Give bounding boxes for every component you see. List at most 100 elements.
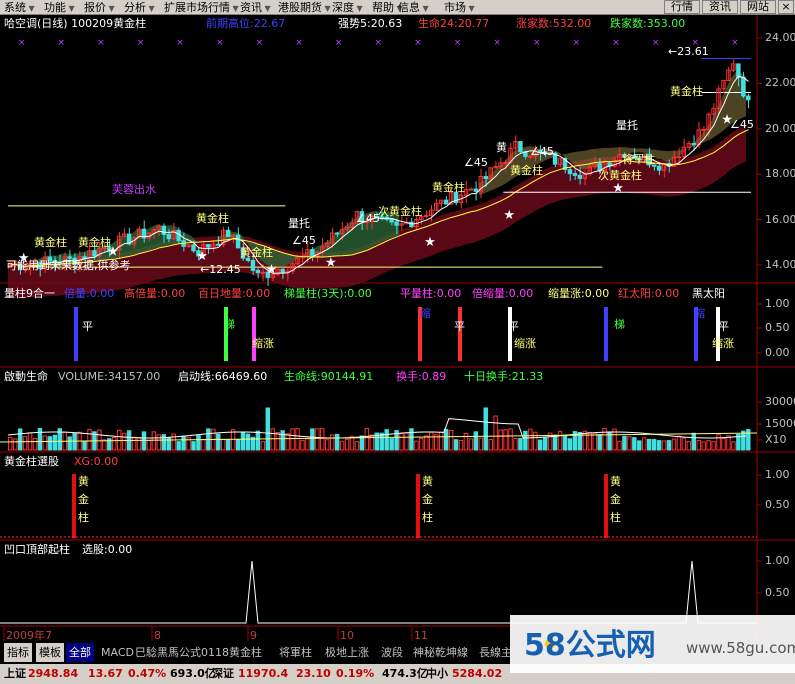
future-data-warning: 可能用到未来数据,供参考 bbox=[6, 259, 131, 272]
menu-item-0[interactable]: 系统 ▼ bbox=[4, 1, 35, 14]
top-button-2[interactable]: 网站 bbox=[740, 0, 776, 14]
indicator-value-3: 涨家数:532.00 bbox=[516, 17, 592, 30]
gold-axis-label: 0.50 bbox=[765, 498, 790, 511]
chevron-down-icon: ▼ bbox=[146, 4, 155, 13]
status-item-1: 2948.84 bbox=[28, 667, 79, 680]
time-axis-label: 11 bbox=[414, 629, 428, 642]
candle-body bbox=[424, 214, 429, 217]
signal-x-icon: × bbox=[573, 38, 581, 48]
volume-bar bbox=[245, 433, 251, 451]
volume-bar bbox=[47, 436, 53, 451]
pattern-label-16: ∠45 bbox=[356, 212, 380, 225]
gold-glyph: 柱 bbox=[610, 511, 621, 524]
candle-body bbox=[746, 95, 751, 101]
tab-4[interactable]: 巳騐黑馬公式 bbox=[132, 643, 204, 662]
gold-glyph: 柱 bbox=[422, 511, 433, 524]
volume-bar bbox=[141, 431, 147, 451]
signal-x-icon: × bbox=[97, 38, 105, 48]
vol-signal-bar bbox=[224, 307, 228, 361]
volume-bar bbox=[216, 433, 221, 451]
vol-legend-8: 黑太阳 bbox=[692, 287, 725, 300]
time-axis-label: 2009年7 bbox=[6, 629, 52, 642]
volume-bar bbox=[240, 432, 246, 451]
pattern-label-8: 次黄金柱 bbox=[598, 169, 642, 182]
vol-marker-5: 平 bbox=[508, 320, 519, 333]
signal-x-icon: × bbox=[612, 38, 620, 48]
candle-body bbox=[255, 269, 261, 274]
pattern-label-17: ∠45 bbox=[292, 234, 316, 247]
pattern-label-18: ∠45 bbox=[730, 118, 754, 131]
menu-item-4[interactable]: 扩展市场行情 ▼ bbox=[164, 1, 239, 14]
signal-x-icon: × bbox=[137, 38, 145, 48]
pattern-label-5: 次黄金柱 bbox=[378, 205, 422, 218]
vol-legend-1: 高倍量:0.00 bbox=[124, 287, 186, 300]
signal-x-icon: × bbox=[335, 38, 343, 48]
volume-bar bbox=[379, 432, 384, 451]
top-button-0[interactable]: 行情 bbox=[664, 0, 700, 14]
indicator-value-4: 跌家数:353.00 bbox=[610, 17, 686, 30]
volume-bar bbox=[196, 435, 201, 451]
chart-title: 哈空调(日线) 100209黄金柱 bbox=[4, 17, 147, 30]
tab-9[interactable]: 神秘乾坤線 bbox=[410, 643, 471, 662]
candle-body bbox=[389, 218, 394, 223]
vol-marker-2: 缩涨 bbox=[252, 337, 274, 350]
tab-6[interactable]: 将軍柱 bbox=[276, 643, 315, 662]
vol-legend-5: 倍缩量:0.00 bbox=[472, 287, 534, 300]
menu-item-7[interactable]: 深度 ▼ bbox=[332, 1, 363, 14]
star-icon: ★ bbox=[424, 235, 436, 250]
signal-x-icon: × bbox=[652, 38, 660, 48]
menu-item-2[interactable]: 报价 ▼ bbox=[84, 1, 115, 14]
pattern-label-6: 黄金柱 bbox=[432, 181, 465, 194]
indicator-value-0: 前期高位:22.67 bbox=[206, 17, 286, 30]
menu-item-1[interactable]: 功能 ▼ bbox=[44, 1, 75, 14]
watermark-logo: 58公式网 www.58gu.com bbox=[524, 628, 795, 663]
price-axis-label: 22.00 bbox=[765, 76, 795, 90]
menu-item-9[interactable]: 信息 ▼ bbox=[398, 1, 429, 14]
chevron-down-icon: ▼ bbox=[354, 4, 363, 13]
volume-bar bbox=[646, 438, 652, 451]
tab-1[interactable]: 模板 bbox=[36, 643, 64, 662]
top-button-1[interactable]: 资讯 bbox=[702, 0, 738, 14]
gold-glyph: 金 bbox=[422, 493, 433, 506]
volume-stat-0: VOLUME:34157.00 bbox=[58, 370, 161, 383]
gold-axis-label: 1.00 bbox=[765, 468, 790, 481]
volume-panel-title: 啟動生命 bbox=[4, 370, 48, 383]
volume-bar bbox=[255, 430, 261, 451]
chart-area[interactable]: × × × × × × × × × × × × × × × × × × × ★ ★ ★ ★ ★ ★ ★ ★ ★ 24.00 22.00 2… bbox=[0, 15, 795, 643]
signal-x-icon: × bbox=[256, 38, 264, 48]
status-item-9: 474.3亿 bbox=[382, 667, 428, 680]
pattern-label-13: 黄 bbox=[496, 141, 507, 154]
signal-x-icon: × bbox=[375, 38, 383, 48]
menu-item-3[interactable]: 分析 ▼ bbox=[124, 1, 155, 14]
tab-2[interactable]: 全部 bbox=[66, 643, 94, 662]
status-item-8: 0.19% bbox=[336, 667, 375, 680]
tab-7[interactable]: 极地上涨 bbox=[322, 643, 372, 662]
menu-item-10[interactable]: 市场 ▼ bbox=[444, 1, 475, 14]
volume-bar bbox=[538, 439, 543, 451]
volume-bar bbox=[656, 440, 662, 451]
vol-marker-6: 缩涨 bbox=[514, 337, 536, 350]
tab-0[interactable]: 指标 bbox=[4, 643, 32, 662]
close-button[interactable]: × bbox=[778, 0, 794, 14]
candle-body bbox=[191, 244, 196, 252]
candle-body bbox=[567, 169, 573, 175]
menu-item-5[interactable]: 资讯 ▼ bbox=[240, 1, 271, 14]
time-axis-label: 10 bbox=[340, 629, 354, 642]
signal-x-icon: × bbox=[731, 38, 739, 48]
volume-bar bbox=[176, 441, 181, 451]
vol-marker-4: 平 bbox=[454, 320, 465, 333]
chevron-down-icon: ▼ bbox=[230, 4, 239, 13]
pattern-label-4: 黄金柱 bbox=[240, 246, 273, 259]
tab-8[interactable]: 波段 bbox=[378, 643, 406, 662]
volume-bar bbox=[235, 439, 241, 451]
tab-5[interactable]: 0118黄金柱 bbox=[198, 643, 265, 662]
volume-bar bbox=[542, 437, 548, 451]
star-icon: ★ bbox=[612, 181, 624, 196]
volume-bar bbox=[632, 437, 637, 451]
vol-signal-bar bbox=[604, 307, 608, 361]
chevron-down-icon: ▼ bbox=[420, 4, 429, 13]
menu-item-6[interactable]: 港股期货 ▼ bbox=[278, 1, 331, 14]
status-item-11: 5284.02 bbox=[452, 667, 503, 680]
gold-glyph: 黄 bbox=[78, 475, 89, 488]
candle-body bbox=[280, 268, 285, 273]
